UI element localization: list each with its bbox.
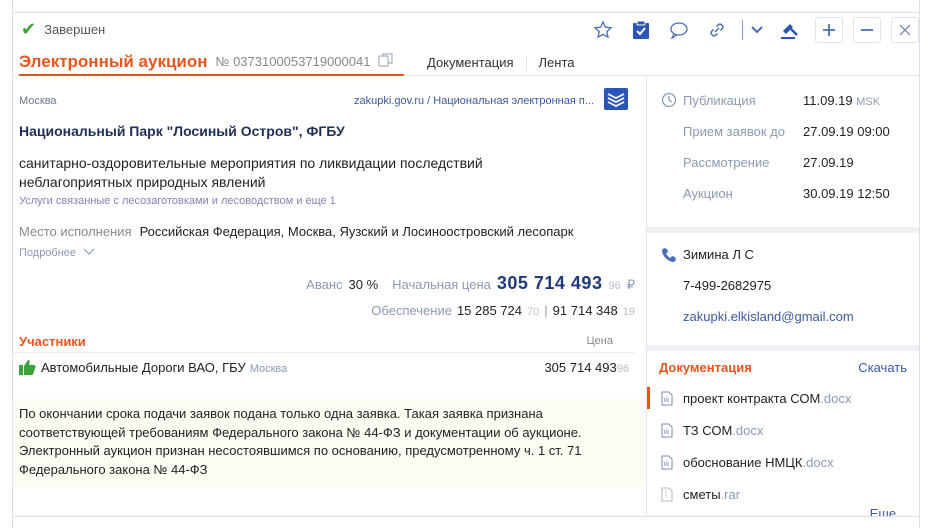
check-icon: ✔ bbox=[21, 19, 37, 39]
list-item[interactable]: W проект контракта СОМ.docx bbox=[647, 387, 919, 411]
chevron-down-icon[interactable] bbox=[747, 16, 767, 44]
close-button[interactable] bbox=[891, 17, 919, 43]
list-item[interactable]: W ТЗ СОМ.docx bbox=[647, 419, 919, 443]
place-of-performance: Место исполнения Российская Федерация, Мо… bbox=[19, 224, 573, 239]
advance-value: 30 % bbox=[348, 277, 379, 292]
status-badge: ✔ Завершен bbox=[21, 19, 106, 39]
dates-block: Публикация 11.09.19 MSK Прием заявок до … bbox=[647, 77, 919, 227]
security-kop: 70 bbox=[527, 306, 540, 318]
contract-security-value: 91 714 348 bbox=[552, 303, 618, 318]
word-file-icon: W bbox=[661, 455, 673, 473]
gavel-icon[interactable] bbox=[775, 16, 805, 44]
tender-card: ✔ Завершен Электронный аукцион № 0373100… bbox=[12, 12, 920, 517]
platform-logo-icon bbox=[604, 88, 628, 110]
contact-email[interactable]: zakupki.elkisland@gmail.com bbox=[683, 309, 854, 324]
phone-icon bbox=[661, 247, 677, 266]
participant-price: 305 714 493 bbox=[544, 360, 617, 375]
price-row: Аванс 30 % Начальная цена 305 714 493 96 ₽ bbox=[306, 273, 635, 294]
contract-security-kop: 19 bbox=[622, 306, 635, 318]
result-notice: По окончании срока подачи заявок подана … bbox=[13, 399, 643, 487]
security-row: Обеспечение 15 285 724 70 | 91 714 348 19 bbox=[371, 303, 635, 318]
word-file-icon: W bbox=[661, 423, 673, 441]
link-icon[interactable] bbox=[702, 16, 732, 44]
copy-icon[interactable] bbox=[378, 53, 394, 70]
currency: ₽ bbox=[626, 277, 635, 292]
list-item[interactable]: Автомобильные Дороги ВАО, ГБУ Москва 305 … bbox=[19, 359, 629, 379]
place-label: Место исполнения bbox=[19, 224, 132, 239]
clipboard-check-icon[interactable] bbox=[626, 16, 656, 44]
participant-city: Москва bbox=[249, 363, 288, 375]
price-column-header: Цена bbox=[586, 335, 613, 347]
participant-price-kop: 96 bbox=[616, 363, 629, 375]
toolbar bbox=[580, 16, 919, 44]
contact-name: Зимина Л С bbox=[683, 247, 754, 262]
svg-text:W: W bbox=[664, 397, 670, 404]
title-tab[interactable]: Электронный аукцион № 037310005371900004… bbox=[19, 49, 405, 76]
plus-button[interactable] bbox=[815, 17, 843, 43]
top-bar: ✔ Завершен bbox=[13, 13, 919, 47]
active-marker bbox=[647, 387, 650, 409]
place-value: Российская Федерация, Москва, Яузский и … bbox=[139, 224, 574, 239]
chevron-down-icon bbox=[83, 248, 95, 255]
more-label: Подробнее bbox=[19, 247, 77, 259]
svg-text:W: W bbox=[664, 461, 670, 468]
status-label: Завершен bbox=[44, 21, 106, 37]
source-link[interactable]: zakupki.gov.ru / Национальная электронна… bbox=[354, 95, 594, 107]
advance-label: Аванс bbox=[306, 277, 343, 292]
contact-phone[interactable]: 7-499-2682975 bbox=[683, 278, 771, 293]
archive-file-icon bbox=[661, 487, 673, 505]
participants-heading: Участники bbox=[19, 334, 86, 349]
main-info: Москва zakupki.gov.ru / Национальная эле… bbox=[13, 77, 645, 516]
more-toggle[interactable]: Подробнее bbox=[19, 247, 95, 259]
description: санитарно-оздоровительные мероприятия по… bbox=[19, 155, 483, 190]
customer-name[interactable]: Национальный Парк "Лосиный Остров", ФГБУ bbox=[19, 123, 345, 139]
security-label: Обеспечение bbox=[371, 303, 452, 318]
svg-text:W: W bbox=[664, 429, 670, 436]
region: Москва bbox=[19, 95, 57, 107]
participants-header: Участники Цена bbox=[13, 331, 635, 353]
side-panel: Публикация 11.09.19 MSK Прием заявок до … bbox=[646, 77, 919, 516]
start-price-label: Начальная цена bbox=[392, 277, 491, 292]
word-file-icon: W bbox=[661, 391, 673, 409]
documents-block: Документация Скачать W проект контракта … bbox=[647, 351, 919, 516]
contact-block: Зимина Л С 7-499-2682975 zakupki.elkisla… bbox=[647, 233, 919, 345]
title-row: Электронный аукцион № 037310005371900004… bbox=[13, 49, 919, 76]
list-item[interactable]: W обоснование НМЦК.docx bbox=[647, 451, 919, 475]
toolbar-separator bbox=[742, 20, 743, 40]
start-price-kop: 96 bbox=[608, 280, 621, 292]
security-value: 15 285 724 bbox=[456, 303, 523, 318]
download-link[interactable]: Скачать bbox=[858, 360, 907, 375]
tender-number: № 0373100053719000041 bbox=[215, 54, 371, 69]
documents-heading: Документация bbox=[659, 360, 752, 375]
tabs: Документация Лента bbox=[415, 49, 586, 76]
tab-feed[interactable]: Лента bbox=[527, 55, 587, 70]
thumbs-up-icon bbox=[19, 359, 36, 378]
participant-name[interactable]: Автомобильные Дороги ВАО, ГБУ bbox=[41, 360, 246, 375]
minus-button[interactable] bbox=[853, 17, 881, 43]
start-price: 305 714 493 bbox=[496, 273, 603, 293]
tab-documentation[interactable]: Документация bbox=[415, 55, 527, 70]
list-item[interactable]: сметы.rar bbox=[647, 483, 919, 507]
page-title: Электронный аукцион bbox=[19, 51, 208, 71]
clock-icon bbox=[661, 92, 677, 111]
category[interactable]: Услуги связанные с лесозаготовками и лес… bbox=[19, 195, 336, 207]
comment-icon[interactable] bbox=[664, 16, 694, 44]
star-icon[interactable] bbox=[588, 16, 618, 44]
more-documents-link[interactable]: Еще... bbox=[870, 506, 907, 516]
